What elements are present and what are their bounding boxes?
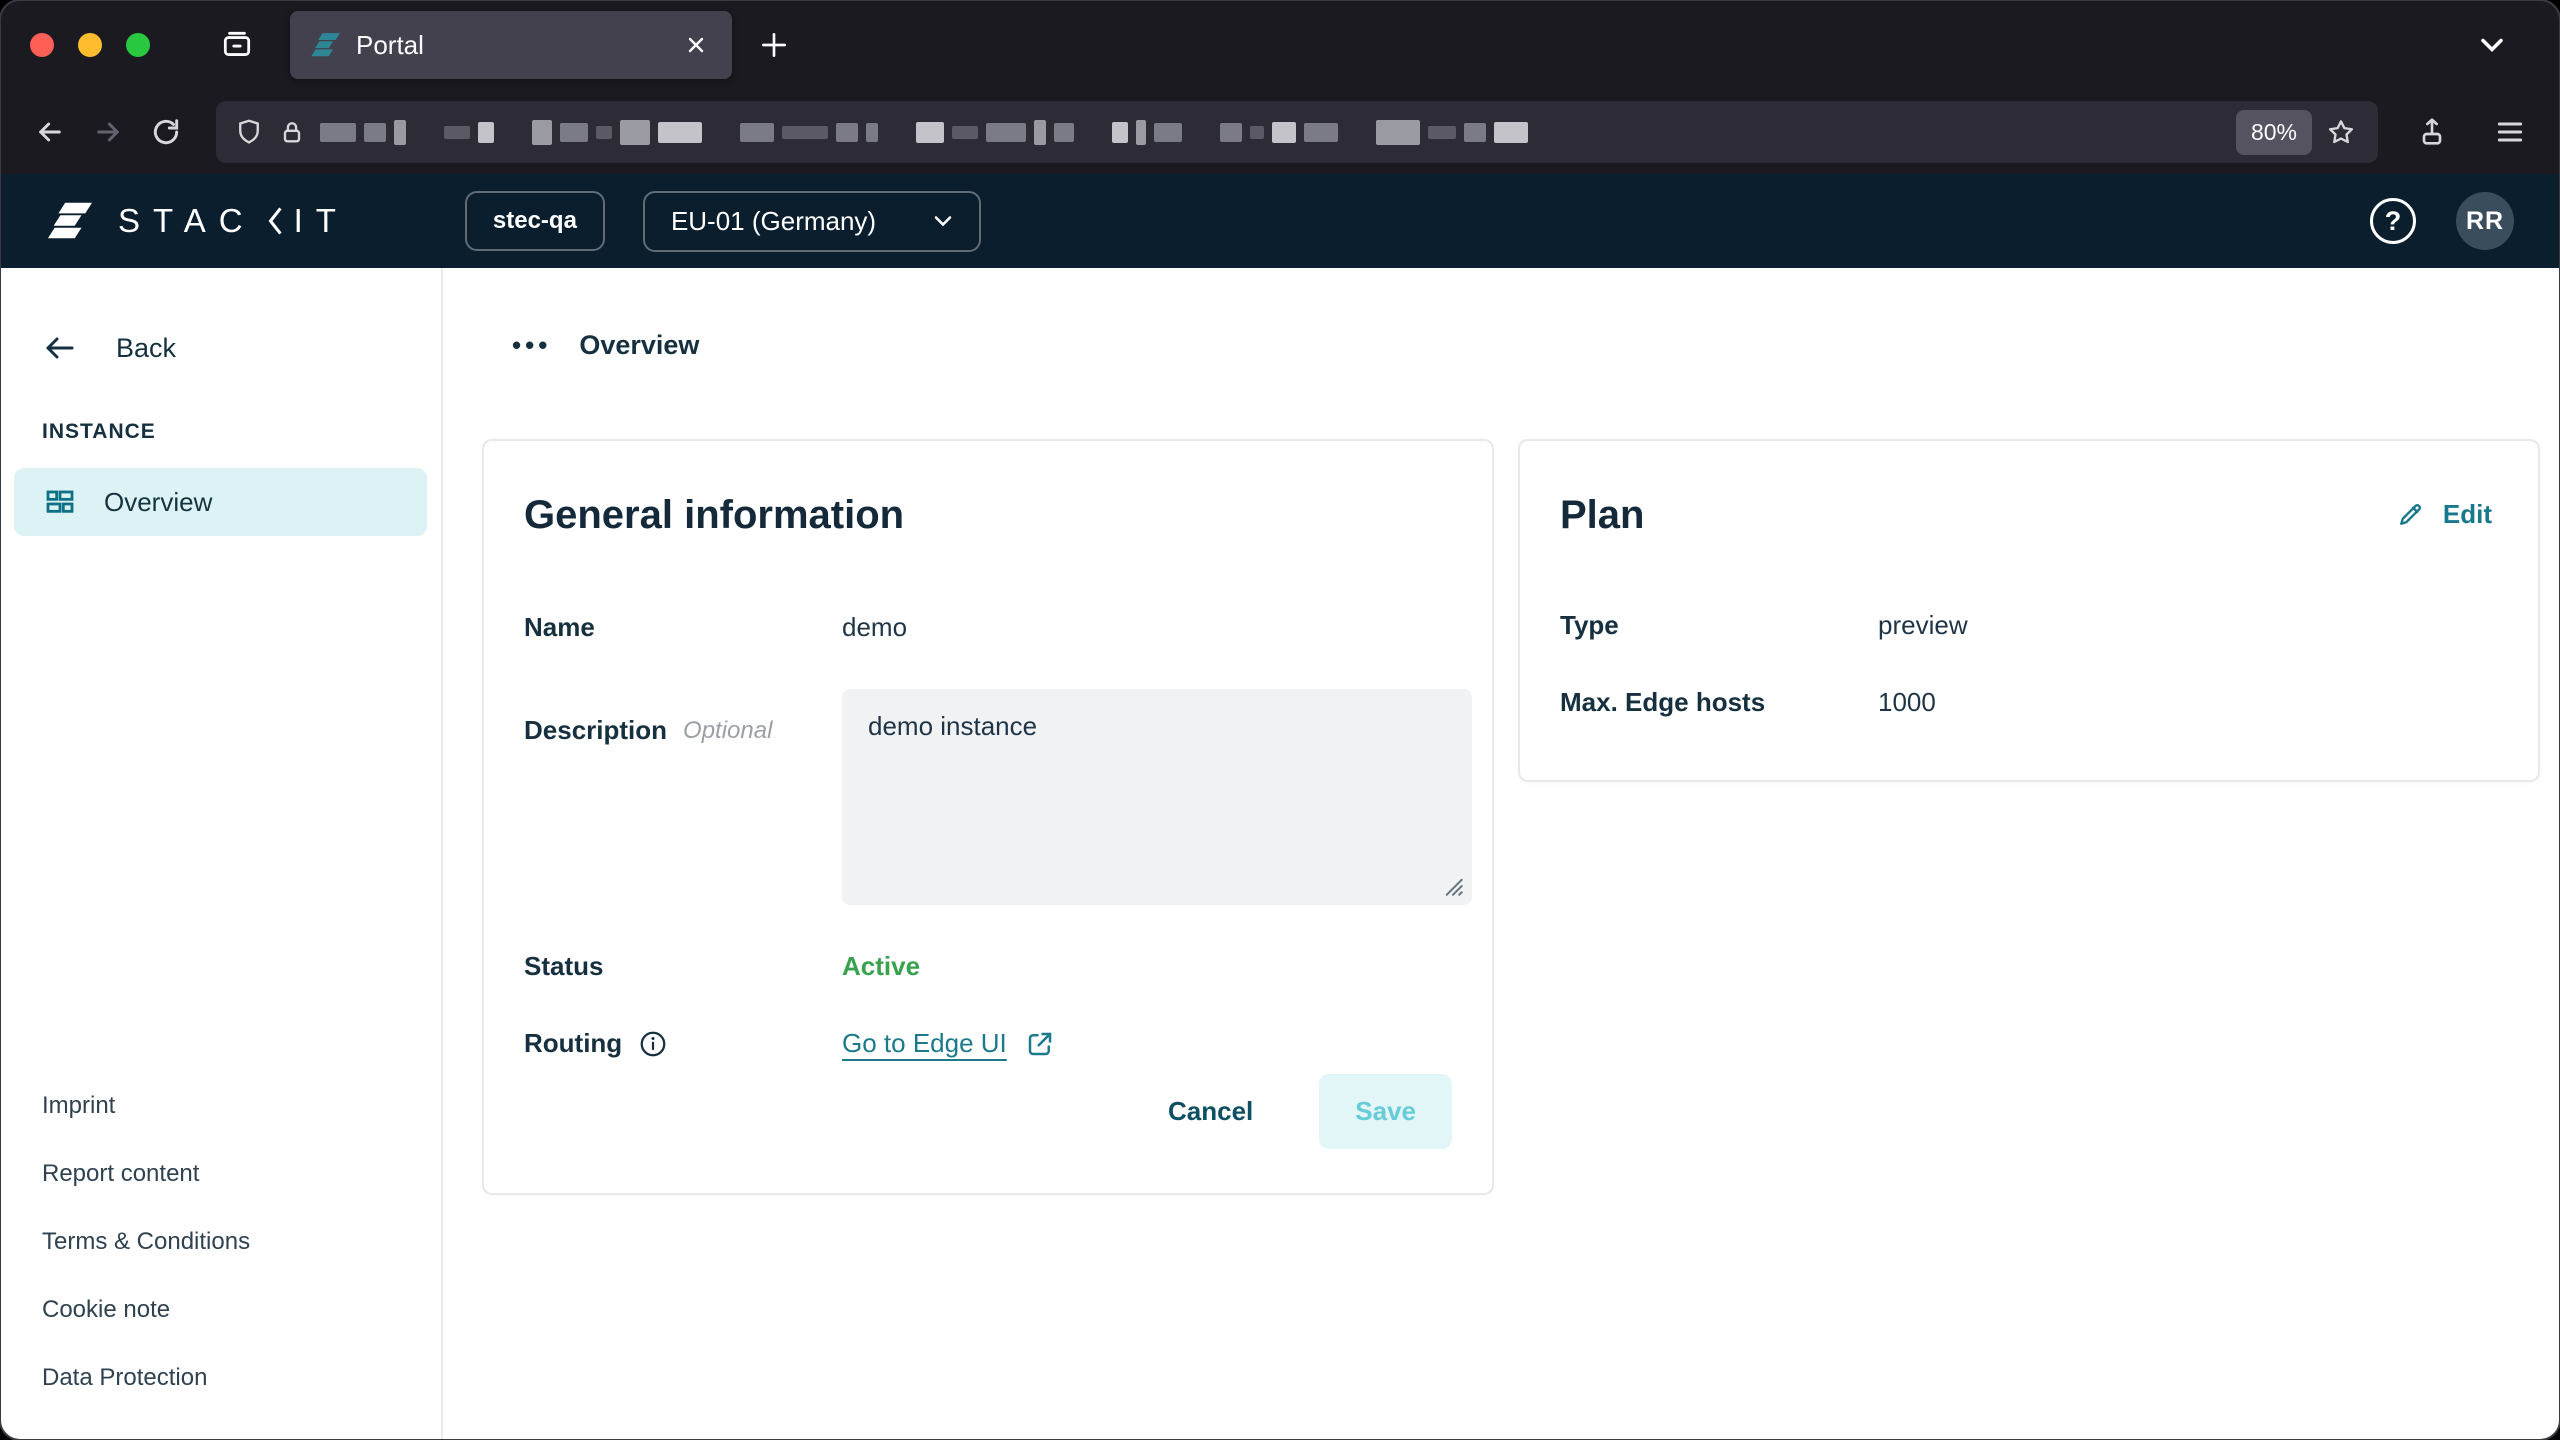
lock-icon[interactable] [278,118,306,146]
info-icon[interactable] [638,1029,668,1059]
window-controls [30,33,150,57]
type-value: preview [1878,610,1968,641]
type-label: Type [1560,610,1878,641]
page-content: ••• Overview General information Name de… [443,268,2560,1440]
back-button[interactable] [26,108,74,156]
name-row: Name demo [524,612,1452,643]
url-bar[interactable]: 80% [216,101,2378,163]
stackit-wordmark: STAC IT [118,202,349,240]
stackit-logo: STAC IT [46,198,349,244]
tab-portal[interactable]: Portal [290,11,732,79]
footer-link-report-content[interactable]: Report content [42,1160,399,1188]
window-maximize-button[interactable] [126,33,150,57]
tab-list-chevron-down-icon[interactable] [2474,27,2510,63]
zoom-level-badge[interactable]: 80% [2236,110,2312,155]
breadcrumb-ellipsis-button[interactable]: ••• [512,330,551,361]
new-tab-button[interactable] [758,29,790,61]
save-button[interactable]: Save [1319,1074,1452,1149]
forward-button[interactable] [84,108,132,156]
type-row: Type preview [1560,610,2498,641]
form-actions: Cancel Save [524,1074,1452,1149]
sidebar: Back INSTANCE Overview Imprint Report co… [0,268,443,1440]
share-icon[interactable] [2408,108,2456,156]
bookmark-star-icon[interactable] [2322,113,2360,151]
sidebar-back-label: Back [116,333,176,364]
description-textarea[interactable]: demo instance [842,689,1472,905]
status-label: Status [524,951,842,982]
footer-link-imprint[interactable]: Imprint [42,1092,399,1120]
app-header: STAC IT stec-qa EU-01 (Germany) ? RR [0,174,2560,268]
footer-link-cookie-note[interactable]: Cookie note [42,1296,399,1324]
toolbar-right-icons [2408,108,2534,156]
cancel-button[interactable]: Cancel [1162,1095,1259,1128]
window-close-button[interactable] [30,33,54,57]
region-selector-value: EU-01 (Germany) [671,206,876,237]
max-edge-hosts-label: Max. Edge hosts [1560,687,1878,718]
sidebar-section-title: INSTANCE [42,420,399,444]
arrow-left-icon [42,330,78,366]
pencil-icon [2395,500,2425,530]
page-title: Overview [579,330,699,361]
firefox-view-icon[interactable] [220,28,254,62]
max-edge-hosts-value: 1000 [1878,687,1936,718]
edit-button[interactable]: Edit [2389,493,2498,531]
project-badge[interactable]: stec-qa [465,191,605,251]
footer-link-terms-conditions[interactable]: Terms & Conditions [42,1228,399,1256]
plan-card-title: Plan [1560,493,1644,538]
status-row: Status Active [524,951,1452,982]
window-minimize-button[interactable] [78,33,102,57]
external-link-icon [1025,1029,1055,1059]
sidebar-back-button[interactable]: Back [0,330,441,366]
plan-card: Plan Edit Type preview Max. Edge hosts 1… [1518,439,2540,782]
main-area: Back INSTANCE Overview Imprint Report co… [0,268,2560,1440]
avatar[interactable]: RR [2456,192,2514,250]
routing-row: Routing Go to Edge UI [524,1028,1452,1059]
reload-button[interactable] [142,108,190,156]
footer-link-data-protection[interactable]: Data Protection [42,1364,399,1392]
help-button[interactable]: ? [2370,198,2416,244]
tab-close-icon[interactable] [680,29,712,61]
region-selector[interactable]: EU-01 (Germany) [643,191,981,252]
stackit-logo-icon [46,198,92,244]
stackit-favicon-icon [310,30,340,60]
sidebar-item-label: Overview [104,487,212,518]
shield-icon[interactable] [234,117,264,147]
routing-label: Routing [524,1028,842,1059]
browser-toolbar: 80% [0,90,2560,174]
max-edge-hosts-row: Max. Edge hosts 1000 [1560,687,2498,718]
redacted-url-text [320,101,2228,163]
status-badge: Active [842,951,920,982]
tab-title: Portal [356,30,664,61]
browser-window: Portal [0,0,2560,1440]
general-information-card: General information Name demo Descriptio… [482,439,1494,1195]
tab-strip: Portal [0,0,2560,90]
description-label: Description Optional [524,689,842,746]
breadcrumb: ••• Overview [512,330,2540,361]
go-to-edge-ui-link[interactable]: Go to Edge UI [842,1028,1055,1059]
sidebar-footer: Imprint Report content Terms & Condition… [0,1092,441,1392]
chevron-down-icon [929,207,957,235]
name-value: demo [842,612,907,643]
name-label: Name [524,612,842,643]
sidebar-item-overview[interactable]: Overview [14,468,427,536]
general-card-title: General information [524,493,1452,538]
dashboard-icon [44,486,76,518]
optional-hint: Optional [683,717,772,745]
menu-hamburger-icon[interactable] [2486,108,2534,156]
edit-button-label: Edit [2443,499,2492,530]
stackit-k-bracket-icon [266,204,284,238]
description-row: Description Optional demo instance [524,689,1452,905]
